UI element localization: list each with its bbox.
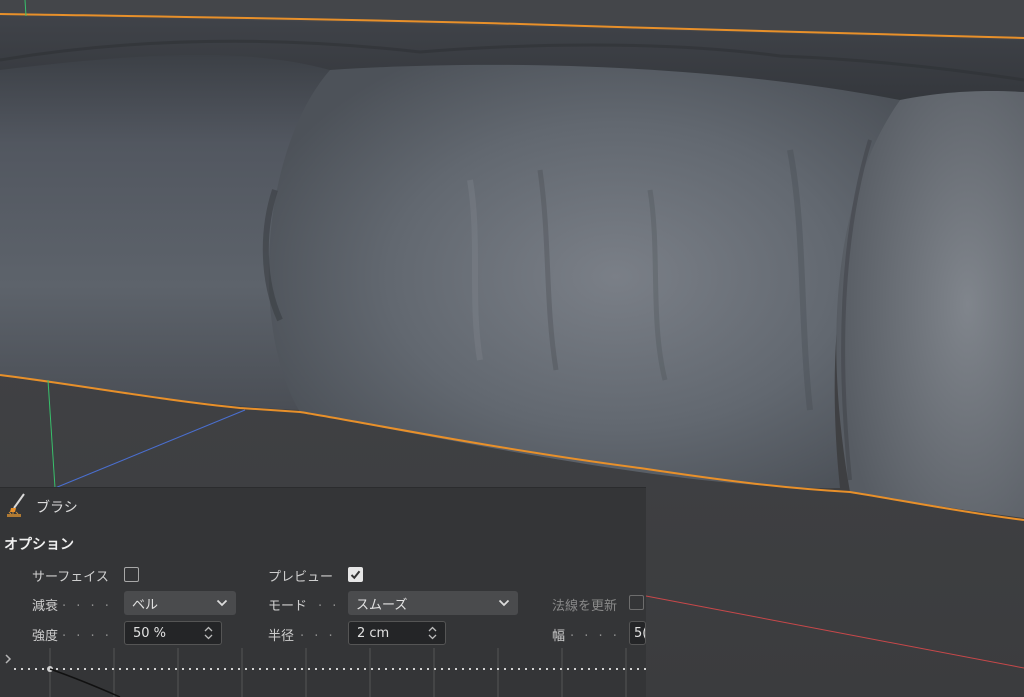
width-label: 幅: [552, 629, 566, 644]
strength-label: 強度: [32, 629, 59, 644]
stepper-icon[interactable]: [204, 626, 213, 640]
falloff-curve-graph[interactable]: [0, 648, 646, 697]
update-normals-label: 法線を更新: [552, 599, 618, 614]
label-dots: . . .: [300, 625, 336, 640]
falloff-dropdown[interactable]: ベル: [124, 591, 236, 615]
label-dots: . . . .: [570, 625, 620, 640]
brush-attributes-panel: ブラシ オプション サーフェイス プレビュー 減衰 . . . . ベル モード…: [0, 487, 646, 697]
label-dots: . .: [318, 595, 340, 610]
surface-checkbox[interactable]: [124, 567, 139, 582]
falloff-label: 減衰: [32, 599, 59, 614]
width-value: 5(: [634, 625, 645, 641]
surface-label: サーフェイス: [32, 570, 109, 585]
mode-dropdown[interactable]: スムーズ: [348, 591, 518, 615]
panel-header: ブラシ: [6, 492, 78, 522]
mode-label: モード: [268, 599, 308, 614]
brush-icon: [6, 492, 28, 522]
radius-value: 2 cm: [357, 625, 390, 641]
radius-label: 半径: [268, 629, 295, 644]
label-dots: . . . .: [62, 595, 112, 610]
width-field[interactable]: 5(: [629, 621, 646, 645]
preview-checkbox[interactable]: [348, 567, 363, 582]
chevron-down-icon: [216, 599, 228, 607]
chevron-right-icon[interactable]: [5, 654, 12, 664]
radius-field[interactable]: 2 cm: [348, 621, 446, 645]
falloff-value: ベル: [132, 597, 159, 613]
update-normals-checkbox[interactable]: [629, 595, 644, 610]
strength-value: 50 %: [133, 625, 167, 641]
checkmark-icon: [350, 570, 361, 580]
mode-value: スムーズ: [356, 597, 408, 613]
stepper-icon[interactable]: [428, 626, 437, 640]
preview-label: プレビュー: [268, 570, 334, 585]
section-title-options: オプション: [4, 537, 74, 553]
chevron-down-icon: [498, 599, 510, 607]
label-dots: . . . .: [62, 625, 112, 640]
strength-field[interactable]: 50 %: [124, 621, 222, 645]
panel-title: ブラシ: [36, 500, 78, 516]
